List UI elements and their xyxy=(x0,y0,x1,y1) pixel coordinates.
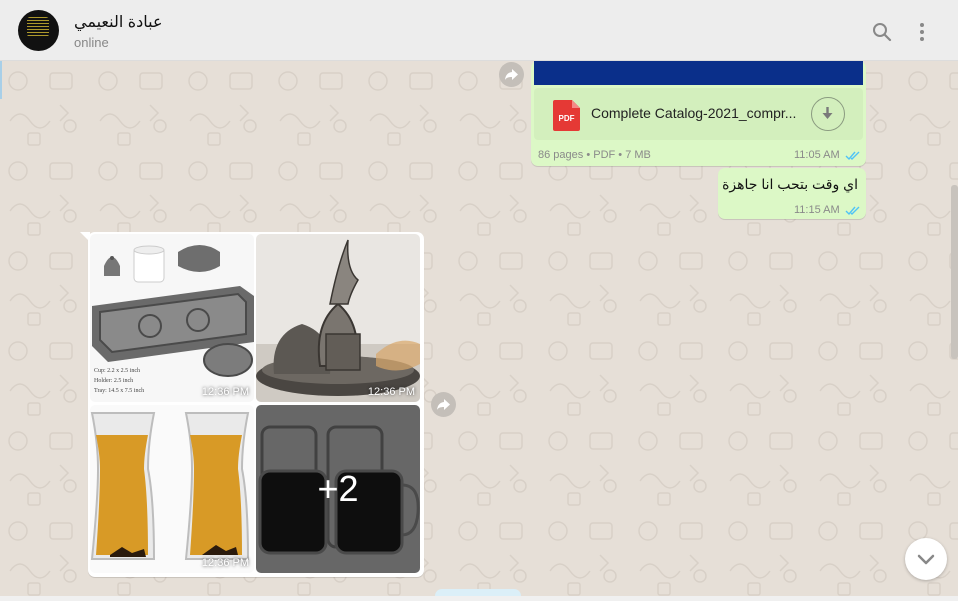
album-image-4-more[interactable]: +2 xyxy=(256,405,420,573)
message-time: 11:15 AM xyxy=(794,204,840,216)
contact-avatar[interactable] xyxy=(18,10,59,51)
chat-scrollbar[interactable] xyxy=(951,185,958,359)
forward-icon xyxy=(505,69,518,80)
download-icon xyxy=(822,107,833,119)
coffee-set-photo xyxy=(256,234,420,402)
image-time: 12:36 PM xyxy=(201,386,249,398)
message-time: 11:05 AM xyxy=(794,149,840,161)
composer-edge xyxy=(0,596,958,601)
menu-icon[interactable] xyxy=(910,20,934,44)
svg-text:Cup: 2.2 x 2.5 inch: Cup: 2.2 x 2.5 inch xyxy=(94,368,140,374)
contact-name[interactable]: عبادة النعيمي xyxy=(74,12,162,32)
image-time: 12:36 PM xyxy=(201,557,249,569)
scroll-to-bottom-button[interactable] xyxy=(905,538,947,580)
forward-document-button[interactable] xyxy=(499,62,524,87)
panel-edge xyxy=(0,61,2,99)
tray-photo: Cup: 2.2 x 2.5 inch Holder: 2.5 inch Tra… xyxy=(90,234,254,402)
download-button[interactable] xyxy=(811,97,845,131)
svg-text:Holder: 2.5 inch: Holder: 2.5 inch xyxy=(94,378,133,384)
document-message[interactable]: PDF Complete Catalog-2021_compr... 86 pa… xyxy=(531,61,866,166)
svg-text:Tray: 14.5 x 7.5 inch: Tray: 14.5 x 7.5 inch xyxy=(94,388,144,394)
chat-panel[interactable]: PDF Complete Catalog-2021_compr... 86 pa… xyxy=(0,61,958,601)
document-file-name: Complete Catalog-2021_compr... xyxy=(591,105,797,121)
album-image-1[interactable]: Cup: 2.2 x 2.5 inch Holder: 2.5 inch Tra… xyxy=(90,234,254,402)
more-images-overlay[interactable]: +2 xyxy=(256,405,420,573)
album-image-2[interactable]: 12:36 PM xyxy=(256,234,420,402)
document-meta: 86 pages • PDF • 7 MB xyxy=(538,149,651,161)
tea-glasses-photo xyxy=(90,405,254,573)
read-receipt-icon xyxy=(845,151,860,161)
album-image-3[interactable]: 12:36 PM xyxy=(90,405,254,573)
forward-album-button[interactable] xyxy=(431,392,456,417)
text-message[interactable]: اي وقت بتحب انا جاهزة 11:15 AM xyxy=(718,168,866,219)
chevron-down-icon xyxy=(917,554,935,565)
document-row[interactable]: PDF Complete Catalog-2021_compr... xyxy=(534,88,863,140)
image-time: 12:36 PM xyxy=(367,386,415,398)
search-icon[interactable] xyxy=(870,20,894,44)
image-album-message[interactable]: Cup: 2.2 x 2.5 inch Holder: 2.5 inch Tra… xyxy=(88,232,424,577)
pdf-badge-label: PDF xyxy=(558,114,575,123)
document-preview[interactable] xyxy=(534,61,863,85)
contact-status: online xyxy=(74,35,109,50)
forward-icon xyxy=(437,399,450,410)
pdf-icon: PDF xyxy=(553,100,580,131)
chat-header: عبادة النعيمي online xyxy=(0,0,958,61)
read-receipt-icon xyxy=(845,206,860,216)
message-text: اي وقت بتحب انا جاهزة xyxy=(722,176,858,192)
